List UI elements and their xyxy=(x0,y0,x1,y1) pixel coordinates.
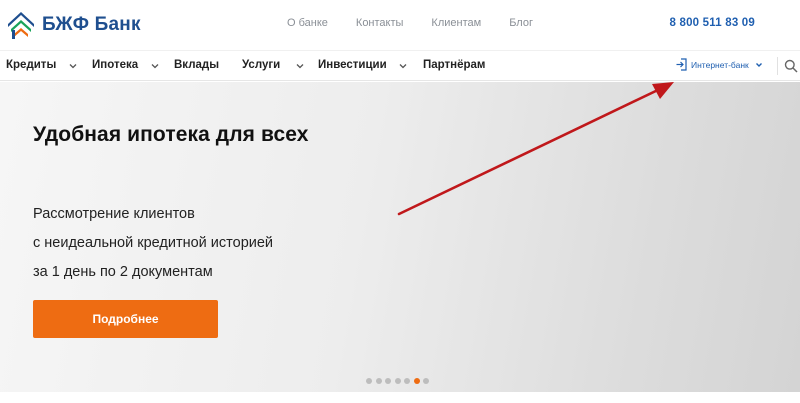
nav-item-partners[interactable]: Партнёрам xyxy=(423,59,485,71)
slider-dot[interactable] xyxy=(394,378,401,384)
slider-dot[interactable] xyxy=(375,378,382,384)
hero-banner: Удобная ипотека для всех Рассмотрение кл… xyxy=(0,82,800,392)
chevron-down-icon[interactable] xyxy=(398,61,408,71)
nav-item-deposits[interactable]: Вклады xyxy=(174,59,219,71)
top-links: О банке Контакты Клиентам Блог xyxy=(287,17,561,29)
logo-roof-icon xyxy=(8,12,34,39)
chevron-down-icon xyxy=(755,62,762,67)
nav-divider xyxy=(777,57,778,75)
internet-bank-button[interactable]: Интернет-банк xyxy=(676,58,763,71)
slider-pagination xyxy=(366,378,433,384)
hero-subtitle-line: Рассмотрение клиентов xyxy=(33,206,195,222)
search-icon xyxy=(784,59,798,73)
chevron-down-icon[interactable] xyxy=(295,61,305,71)
more-details-button[interactable]: Подробнее xyxy=(33,300,218,338)
phone-number[interactable]: 8 800 511 83 09 xyxy=(670,17,756,29)
page-bottom xyxy=(0,392,800,403)
top-link-contacts[interactable]: Контакты xyxy=(356,17,404,29)
search-button[interactable] xyxy=(784,59,798,78)
nav-item-credits[interactable]: Кредиты xyxy=(6,59,56,71)
bank-logo[interactable]: БЖФ Банк xyxy=(6,8,141,42)
nav-item-services[interactable]: Услуги xyxy=(242,59,280,71)
top-link-clients[interactable]: Клиентам xyxy=(431,17,481,29)
hero-subtitle-line: с неидеальной кредитной историей xyxy=(33,235,274,251)
top-link-blog[interactable]: Блог xyxy=(509,17,533,29)
slider-dot[interactable] xyxy=(423,378,429,384)
hero-subtitle: Рассмотрение клиентов с неидеальной кред… xyxy=(33,200,273,287)
internet-bank-label: Интернет-банк xyxy=(691,59,749,70)
nav-item-mortgage[interactable]: Ипотека xyxy=(92,59,138,71)
chevron-down-icon[interactable] xyxy=(150,61,160,71)
main-nav: Кредиты Ипотека Вклады Услуги Инвестиции… xyxy=(0,50,800,81)
slider-dot[interactable] xyxy=(385,378,391,384)
logo-text: БЖФ Банк xyxy=(42,14,141,35)
slider-dot[interactable] xyxy=(366,378,372,384)
slider-dot[interactable] xyxy=(404,378,410,384)
hero-title: Удобная ипотека для всех xyxy=(33,123,309,146)
chevron-down-icon[interactable] xyxy=(68,61,78,71)
top-link-about[interactable]: О банке xyxy=(287,17,328,29)
hero-subtitle-line: за 1 день по 2 документам xyxy=(33,264,213,280)
login-icon xyxy=(676,58,687,71)
nav-item-investments[interactable]: Инвестиции xyxy=(318,59,387,71)
top-bar: БЖФ Банк О банке Контакты Клиентам Блог … xyxy=(0,0,800,50)
slider-dot[interactable] xyxy=(413,378,420,384)
